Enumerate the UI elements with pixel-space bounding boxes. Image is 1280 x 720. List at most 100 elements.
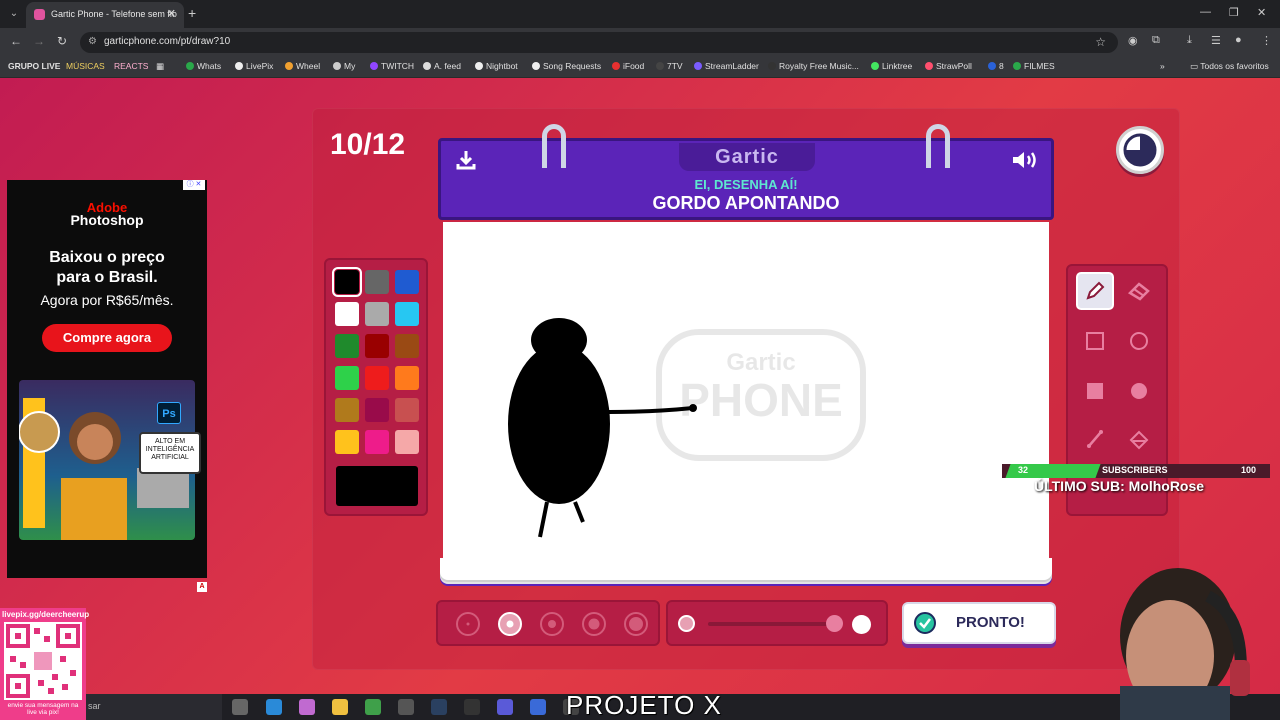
- download-drawing-icon[interactable]: [455, 149, 477, 171]
- bookmark-item[interactable]: Song Requests: [532, 61, 601, 71]
- advertisement[interactable]: ⓘ ✕ Adobe Photoshop Baixou o preço para o…: [7, 180, 207, 578]
- bookmark-item[interactable]: GRUPO LIVE: [8, 61, 60, 71]
- back-icon[interactable]: ←: [10, 34, 22, 48]
- edge-icon[interactable]: [266, 699, 282, 715]
- circle-fill-tool[interactable]: [1120, 372, 1158, 410]
- opacity-slider[interactable]: [666, 600, 888, 646]
- bookmark-item[interactable]: iFood: [612, 61, 644, 71]
- tab-title: Gartic Phone - Telefone sem fio: [51, 9, 177, 19]
- bookmark-item[interactable]: StreamLadder: [694, 61, 759, 71]
- menu-icon[interactable]: ⋮: [1261, 34, 1272, 47]
- drawing-canvas[interactable]: Gartic PHONE: [443, 222, 1049, 558]
- done-button[interactable]: PRONTO!: [902, 602, 1056, 644]
- extensions-puzzle-icon[interactable]: ⧉: [1152, 34, 1160, 47]
- bookmark-item[interactable]: Wheel: [285, 61, 320, 71]
- brush-size-option[interactable]: [624, 612, 648, 636]
- subscriber-label: SUBSCRIBERS: [1102, 465, 1168, 475]
- copilot-icon[interactable]: [299, 699, 315, 715]
- close-tab-icon[interactable]: ✕: [167, 7, 176, 20]
- extension-icon[interactable]: ◉: [1128, 34, 1138, 47]
- color-swatch[interactable]: [395, 302, 419, 326]
- all-bookmarks-folder[interactable]: ▭ Todos os favoritos: [1190, 61, 1269, 72]
- bookmark-item[interactable]: REACTS: [114, 61, 148, 71]
- reload-icon[interactable]: ↻: [57, 34, 67, 48]
- bookmark-item[interactable]: StrawPoll: [925, 61, 972, 71]
- bookmark-star-icon[interactable]: ☆: [1095, 35, 1106, 49]
- color-swatch[interactable]: [395, 366, 419, 390]
- color-swatch[interactable]: [365, 430, 389, 454]
- circle-outline-tool[interactable]: [1120, 322, 1158, 360]
- color-swatch[interactable]: [335, 366, 359, 390]
- bookmark-item[interactable]: A. feed: [423, 61, 461, 71]
- brush-size-option[interactable]: [498, 612, 522, 636]
- app-icon[interactable]: [398, 699, 414, 715]
- pencil-tool[interactable]: [1076, 272, 1114, 310]
- opacity-track[interactable]: [708, 622, 834, 626]
- bookmark-item[interactable]: My: [333, 61, 355, 71]
- color-swatch[interactable]: [365, 366, 389, 390]
- brush-size-option[interactable]: [540, 612, 564, 636]
- site-info-icon[interactable]: ⚙: [88, 36, 97, 47]
- profile-avatar[interactable]: ●: [1235, 34, 1242, 46]
- more-bookmarks-icon[interactable]: »: [1160, 61, 1165, 71]
- app-icon[interactable]: [530, 699, 546, 715]
- ad-choices-icon[interactable]: A: [197, 582, 207, 592]
- ad-cta-button[interactable]: Compre agora: [42, 324, 172, 352]
- svg-text:Gartic: Gartic: [726, 349, 795, 376]
- user-drawing: [508, 318, 697, 538]
- close-window-icon[interactable]: ✕: [1257, 6, 1266, 19]
- restore-icon[interactable]: ❐: [1229, 6, 1239, 19]
- sound-icon[interactable]: [1011, 149, 1039, 171]
- brush-size-option[interactable]: [582, 612, 606, 636]
- opacity-slider-handle[interactable]: [826, 615, 843, 632]
- fill-bucket-tool[interactable]: [1120, 420, 1158, 458]
- bookmark-item[interactable]: Whats: [186, 61, 221, 71]
- color-swatch[interactable]: [395, 430, 419, 454]
- color-swatch[interactable]: [335, 334, 359, 358]
- circle-fill-icon: [1131, 383, 1147, 399]
- color-swatch[interactable]: [365, 334, 389, 358]
- bookmark-item[interactable]: Royalty Free Music...: [768, 61, 859, 71]
- chrome-icon[interactable]: [365, 699, 381, 715]
- rectangle-outline-tool[interactable]: [1076, 322, 1114, 360]
- bookmark-item[interactable]: MÚSICAS: [66, 61, 105, 71]
- address-bar[interactable]: ⚙ garticphone.com/pt/draw?10 ☆: [80, 32, 1118, 53]
- rectangle-fill-tool[interactable]: [1076, 372, 1114, 410]
- color-swatch[interactable]: [395, 270, 419, 294]
- obs-icon[interactable]: [464, 699, 480, 715]
- color-swatch[interactable]: [335, 398, 359, 422]
- line-tool[interactable]: [1076, 420, 1114, 458]
- navigation-bar: ← → ↻ ⚙ garticphone.com/pt/draw?10 ☆ ◉ ⧉…: [0, 28, 1280, 56]
- steam-icon[interactable]: [431, 699, 447, 715]
- eraser-tool[interactable]: [1120, 272, 1158, 310]
- file-explorer-icon[interactable]: [332, 699, 348, 715]
- tab-search-icon[interactable]: ⌄: [6, 6, 22, 22]
- color-swatch[interactable]: [365, 398, 389, 422]
- color-swatch[interactable]: [335, 302, 359, 326]
- bookmark-item[interactable]: 8: [988, 61, 1004, 71]
- download-icon[interactable]: ⤓: [1187, 34, 1192, 47]
- color-swatch[interactable]: [335, 430, 359, 454]
- bookmark-item[interactable]: FILMES: [1013, 61, 1055, 71]
- brush-size-option[interactable]: [456, 612, 480, 636]
- bookmark-item[interactable]: TWITCH: [370, 61, 414, 71]
- taskbar-search[interactable]: sar: [86, 694, 222, 720]
- discord-icon[interactable]: [497, 699, 513, 715]
- ad-info-icon[interactable]: ⓘ ✕: [183, 180, 205, 190]
- task-view-icon[interactable]: [232, 699, 248, 715]
- browser-tab[interactable]: Gartic Phone - Telefone sem fio ✕: [26, 2, 184, 28]
- color-swatch[interactable]: [395, 334, 419, 358]
- apps-grid-icon[interactable]: ▦: [156, 61, 164, 72]
- color-swatch[interactable]: [365, 302, 389, 326]
- forward-icon[interactable]: →: [33, 34, 45, 48]
- bookmark-item[interactable]: Linktree: [871, 61, 912, 71]
- color-swatch[interactable]: [365, 270, 389, 294]
- bookmark-item[interactable]: LivePix: [235, 61, 273, 71]
- reading-list-icon[interactable]: ☰: [1211, 34, 1221, 47]
- color-swatch[interactable]: [395, 398, 419, 422]
- minimize-icon[interactable]: —: [1200, 6, 1211, 18]
- color-swatch[interactable]: [332, 267, 362, 297]
- bookmark-item[interactable]: Nightbot: [475, 61, 518, 71]
- new-tab-icon[interactable]: +: [188, 5, 196, 21]
- bookmark-item[interactable]: 7TV: [656, 61, 683, 71]
